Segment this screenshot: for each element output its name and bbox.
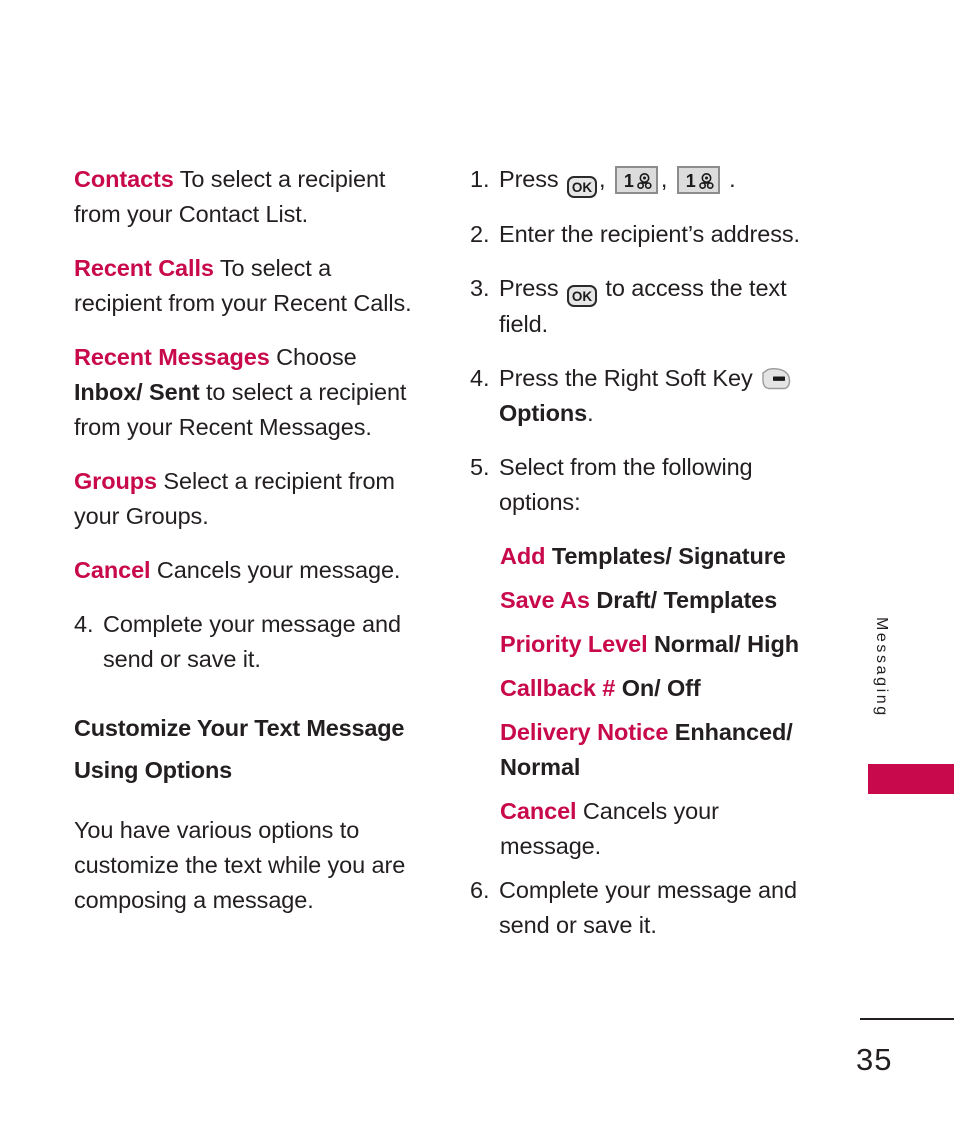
right-soft-key-icon xyxy=(762,368,791,390)
right-column: 1. Press OK, 1, 1 . 2. Enter the recipient… xyxy=(470,162,825,962)
option-save-as: Save As Draft/ Templates xyxy=(500,583,825,618)
option-delivery-notice: Delivery Notice Enhanced/ Normal xyxy=(500,715,825,785)
right-step-4-bold: Options xyxy=(499,400,588,426)
right-step-5: 5. Select from the following options: xyxy=(470,450,825,520)
page-number: 35 xyxy=(856,1042,893,1077)
ok-key-icon-2: OK xyxy=(567,285,597,307)
right-step-1-number: 1. xyxy=(470,166,490,192)
option-values-add: Templates/ Signature xyxy=(551,543,786,569)
term-inbox-sent: Inbox/ Sent xyxy=(74,379,200,405)
voicemail-glyph-icon xyxy=(637,173,652,189)
definition-recent-messages-before: Choose xyxy=(269,344,357,370)
right-step-1: 1. Press OK, 1, 1 . xyxy=(470,162,825,198)
option-values-save-as: Draft/ Templates xyxy=(589,587,778,613)
right-step-4: 4. Press the Right Soft Key Options. xyxy=(470,361,825,431)
right-step-2-number: 2. xyxy=(470,221,490,247)
definition-recent-calls: Recent Calls To select a recipient from … xyxy=(74,251,424,321)
side-tab-accent-bar xyxy=(868,764,954,794)
option-values-priority-level: Normal/ High xyxy=(653,631,799,657)
option-term-save-as: Save As xyxy=(500,587,590,613)
right-step-5-text: Select from the following options: xyxy=(499,454,753,515)
key-separator-2: , xyxy=(660,166,674,192)
right-step-2: 2. Enter the recipient’s address. xyxy=(470,217,825,252)
one-voicemail-key-icon-2: 1 xyxy=(676,166,720,194)
right-step-5-number: 5. xyxy=(470,454,490,480)
option-term-delivery-notice: Delivery Notice xyxy=(500,719,669,745)
ok-key-icon: OK xyxy=(567,176,597,198)
option-priority-level: Priority Level Normal/ High xyxy=(500,627,825,662)
definition-cancel-text: Cancels your message. xyxy=(150,557,401,583)
term-contacts: Contacts xyxy=(74,166,174,192)
option-cancel: Cancel Cancels your message. xyxy=(500,794,825,864)
definition-contacts: Contacts To select a recipient from your… xyxy=(74,162,424,232)
options-list: Add Templates/ Signature Save As Draft/ … xyxy=(470,539,825,864)
right-step-2-text: Enter the recipient’s address. xyxy=(499,221,800,247)
right-step-6-text: Complete your message and send or save i… xyxy=(499,877,797,938)
section-body-text: You have various options to customize th… xyxy=(74,817,406,913)
footer-divider xyxy=(860,1018,954,1020)
option-term-add: Add xyxy=(500,543,546,569)
definition-recent-messages: Recent Messages Choose Inbox/ Sent to se… xyxy=(74,340,424,445)
left-step-4: 4. Complete your message and send or save… xyxy=(74,607,424,677)
option-callback: Callback # On/ Off xyxy=(500,671,825,706)
one-key-digit: 1 xyxy=(623,171,634,191)
right-step-1-text-after: . xyxy=(722,166,736,192)
term-groups: Groups xyxy=(74,468,157,494)
right-step-6-number: 6. xyxy=(470,877,490,903)
right-step-4-number: 4. xyxy=(470,365,490,391)
right-step-3-number: 3. xyxy=(470,275,490,301)
term-recent-messages: Recent Messages xyxy=(74,344,270,370)
right-step-1-text-before: Press xyxy=(499,166,565,192)
left-step-4-number: 4. xyxy=(74,611,94,637)
option-term-cancel: Cancel xyxy=(500,798,577,824)
manual-page: Contacts To select a recipient from your… xyxy=(0,0,954,1145)
one-key-digit-2: 1 xyxy=(685,171,696,191)
right-step-3-text-before: Press xyxy=(499,275,565,301)
one-voicemail-key-icon: 1 xyxy=(614,166,658,194)
key-separator-1: , xyxy=(599,166,612,192)
definition-cancel: Cancel Cancels your message. xyxy=(74,553,424,588)
section-heading: Customize Your Text Message Using Option… xyxy=(74,715,405,783)
left-step-4-text: Complete your message and send or save i… xyxy=(103,611,401,672)
right-step-3: 3. Press OK to access the text field. xyxy=(470,271,825,342)
right-step-4-text-end: . xyxy=(587,400,594,426)
right-step-6: 6. Complete your message and send or save… xyxy=(470,873,825,943)
definition-groups: Groups Select a recipient from your Grou… xyxy=(74,464,424,534)
side-tab: Messaging xyxy=(862,617,892,767)
option-values-callback: On/ Off xyxy=(621,675,701,701)
left-column: Contacts To select a recipient from your… xyxy=(74,162,424,918)
right-step-4-text-before: Press the Right Soft Key xyxy=(499,365,760,391)
voicemail-glyph-icon-2 xyxy=(698,173,714,189)
term-recent-calls: Recent Calls xyxy=(74,255,214,281)
side-tab-label: Messaging xyxy=(873,617,890,718)
option-term-priority-level: Priority Level xyxy=(500,631,648,657)
term-cancel: Cancel xyxy=(74,557,151,583)
option-term-callback: Callback # xyxy=(500,675,616,701)
option-add: Add Templates/ Signature xyxy=(500,539,825,574)
